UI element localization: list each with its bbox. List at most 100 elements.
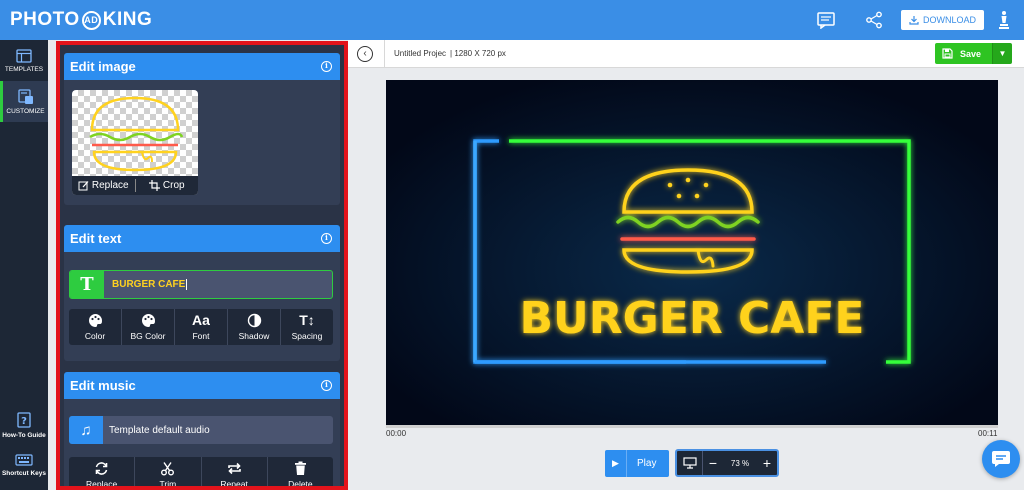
audio-track[interactable]: ♫ Template default audio [69,416,333,444]
font-tool[interactable]: Aa Font [175,309,228,345]
top-bar: PHOTO AD KING DOWNLOAD [0,0,1024,40]
nav-templates[interactable]: TEMPLATES [0,40,48,81]
nav-howto-label: How-To Guide [2,432,46,439]
zoom-in-button[interactable]: + [757,455,777,471]
palette-icon [88,314,102,327]
canvas-artwork: BURGER CAFE [386,80,998,425]
nav-customize[interactable]: CUSTOMIZE [0,81,48,122]
spacing-tool[interactable]: T↕ Spacing [281,309,333,345]
trim-audio-label: Trim [159,479,177,489]
svg-text:?: ? [21,416,27,427]
divider [384,39,385,68]
scissors-icon [161,462,175,476]
music-note-icon: ♫ [69,416,103,444]
edit-text-title: Edit text [70,231,122,246]
edit-image-icon [78,181,89,191]
burger-thumbnail-icon [89,96,184,172]
replace-audio-tool[interactable]: Replace [69,457,136,486]
save-label: Save [959,48,981,59]
spacing-icon: T↕ [299,312,315,328]
delete-audio-tool[interactable]: Delete [268,457,333,489]
presentation-button[interactable] [677,451,703,475]
replace-icon [95,462,108,475]
nav-shortcuts-label: Shortcut Keys [1,470,47,477]
feedback-icon[interactable] [813,11,839,29]
nav-howto[interactable]: ? How-To Guide [0,412,48,439]
logo-mark: AD [81,10,101,30]
replace-image-label: Replace [91,180,129,191]
info-icon[interactable]: i [321,61,332,72]
share-icon[interactable] [861,11,887,29]
font-tool-label: Font [192,331,210,341]
edit-image-header: Edit image i [64,53,340,80]
nav-customize-label: CUSTOMIZE [6,107,45,115]
caret-down-icon: ▼ [998,49,1007,58]
edit-text-card: Edit text i T BURGER CAFE Color BG Color… [64,225,340,361]
download-button[interactable]: DOWNLOAD [900,10,984,30]
side-nav: TEMPLATES CUSTOMIZE ? How-To Guide Short… [0,40,48,490]
spacing-tool-label: Spacing [291,331,323,341]
edit-image-card: Edit image i Replace Crop [64,53,340,205]
collapse-panel-button[interactable]: ‹ [357,45,373,62]
bg-color-tool[interactable]: BG Color [122,309,175,345]
customize-icon [17,88,33,104]
audio-track-label: Template default audio [109,424,210,436]
canvas-headline: BURGER CAFE [520,293,865,344]
color-tool[interactable]: Color [69,309,122,345]
crop-image-button[interactable]: Crop [136,180,199,191]
color-tool-label: Color [84,331,106,341]
text-type-icon: T [70,271,104,298]
edit-music-header: Edit music i [64,372,340,399]
save-button[interactable]: Save [934,43,992,64]
text-input-value: BURGER CAFE [112,278,188,291]
replace-image-button[interactable]: Replace [72,180,135,191]
shadow-tool[interactable]: Shadow [228,309,281,345]
save-icon [942,48,953,59]
chat-icon [992,451,1010,467]
zoom-controls: − 73 % + [675,449,779,477]
trim-audio-tool[interactable]: Trim [135,457,202,489]
repeat-icon [227,462,241,475]
download-label: DOWNLOAD [922,15,976,25]
top-actions: DOWNLOAD [813,0,1024,40]
premium-chess-icon[interactable] [984,10,1024,30]
repeat-audio-label: Repeat [220,479,248,489]
keyboard-icon [15,454,33,466]
font-icon: Aa [192,312,210,328]
logo[interactable]: PHOTO AD KING [10,9,152,31]
shadow-tool-label: Shadow [238,331,270,341]
nav-shortcuts[interactable]: Shortcut Keys [0,454,48,477]
time-end: 00:11 [978,429,998,438]
edit-music-card: Edit music i ♫ Template default audio Re… [64,372,340,489]
info-icon[interactable]: i [321,233,332,244]
design-canvas[interactable]: BURGER CAFE [386,80,998,425]
save-group: Save ▼ [934,43,1012,64]
image-thumbnail[interactable]: Replace Crop [72,90,198,195]
text-input[interactable]: T BURGER CAFE [69,270,333,299]
presentation-icon [682,457,697,469]
logo-text-right: KING [102,9,153,30]
workspace-toolbar: ‹ Untitled Projec | 1280 X 720 px Save ▼ [348,39,1024,68]
text-tools: Color BG Color Aa Font Shadow T↕ Spacing [69,309,333,345]
project-name[interactable]: Untitled Projec [394,49,446,58]
edit-text-header: Edit text i [64,225,340,252]
chevron-left-icon: ‹ [363,48,367,59]
crop-icon [148,180,160,191]
customize-panel: Edit image i Replace Crop Edit text i T … [56,41,348,490]
chat-support-button[interactable] [982,440,1020,478]
zoom-out-button[interactable]: − [703,455,723,471]
edit-image-title: Edit image [70,59,136,74]
music-tools: Replace Trim Repeat Delete [69,457,333,489]
timeline-track[interactable] [386,425,998,428]
bg-palette-icon [141,314,155,327]
trash-icon [294,461,306,475]
templates-icon [16,48,32,63]
play-label: Play [637,458,657,469]
info-icon[interactable]: i [321,380,332,391]
repeat-audio-tool[interactable]: Repeat [202,457,268,489]
play-button[interactable]: ▶ Play [605,450,669,477]
save-dropdown-button[interactable]: ▼ [992,43,1012,64]
edit-music-title: Edit music [70,378,136,393]
delete-audio-label: Delete [288,479,313,489]
nav-templates-label: TEMPLATES [4,65,44,73]
